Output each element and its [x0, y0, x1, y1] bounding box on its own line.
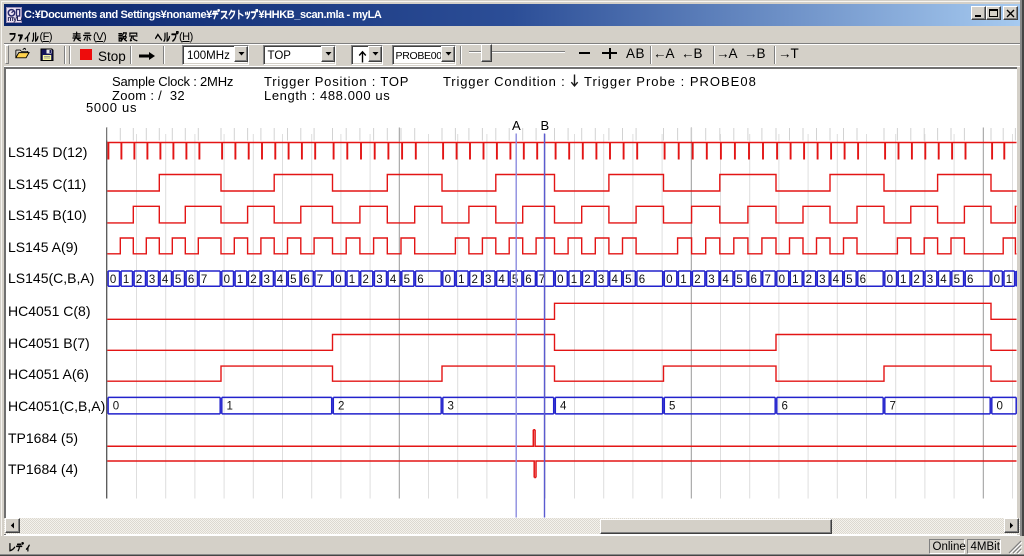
svg-text:1: 1 — [1006, 274, 1012, 286]
svg-text:6: 6 — [860, 274, 866, 286]
svg-text:1: 1 — [227, 401, 233, 413]
svg-text:0: 0 — [557, 274, 563, 286]
svg-text:4: 4 — [560, 401, 567, 413]
svg-text:3: 3 — [598, 274, 604, 286]
svg-text:2: 2 — [136, 274, 142, 286]
svg-text:2: 2 — [363, 274, 369, 286]
svg-text:3: 3 — [708, 274, 714, 286]
svg-text:6: 6 — [303, 274, 309, 286]
svg-text:0: 0 — [335, 274, 341, 286]
svg-text:1: 1 — [792, 274, 798, 286]
svg-text:5: 5 — [175, 274, 181, 286]
svg-text:5: 5 — [512, 274, 518, 286]
svg-text:4: 4 — [940, 274, 947, 286]
svg-text:5: 5 — [625, 274, 631, 286]
svg-text:3: 3 — [819, 274, 825, 286]
svg-text:6: 6 — [639, 274, 645, 286]
svg-text:0: 0 — [666, 274, 672, 286]
svg-text:0: 0 — [445, 274, 451, 286]
svg-text:0: 0 — [224, 274, 230, 286]
svg-text:1: 1 — [123, 274, 129, 286]
svg-text:0: 0 — [110, 274, 116, 286]
svg-text:4: 4 — [498, 274, 505, 286]
svg-text:7: 7 — [890, 401, 896, 413]
svg-text:4: 4 — [722, 274, 729, 286]
svg-text:0: 0 — [779, 274, 785, 286]
svg-text:5: 5 — [669, 401, 675, 413]
svg-text:6: 6 — [188, 274, 194, 286]
svg-text:6: 6 — [417, 274, 423, 286]
svg-text:4: 4 — [612, 274, 619, 286]
svg-text:0: 0 — [994, 274, 1000, 286]
svg-text:6: 6 — [967, 274, 973, 286]
svg-text:2: 2 — [694, 274, 700, 286]
svg-text:2: 2 — [472, 274, 478, 286]
svg-text:1: 1 — [900, 274, 906, 286]
svg-text:6: 6 — [525, 274, 531, 286]
svg-text:7: 7 — [765, 274, 771, 286]
svg-text:2: 2 — [250, 274, 256, 286]
svg-text:3: 3 — [149, 274, 155, 286]
svg-text:5: 5 — [736, 274, 742, 286]
svg-text:0: 0 — [997, 401, 1003, 413]
svg-text:4: 4 — [833, 274, 840, 286]
svg-text:2: 2 — [806, 274, 812, 286]
svg-text:3: 3 — [264, 274, 270, 286]
svg-text:3: 3 — [376, 274, 382, 286]
svg-text:3: 3 — [448, 401, 454, 413]
svg-text:7: 7 — [317, 274, 323, 286]
svg-text:7: 7 — [201, 274, 207, 286]
svg-text:4: 4 — [162, 274, 169, 286]
svg-text:5: 5 — [846, 274, 852, 286]
svg-text:2: 2 — [913, 274, 919, 286]
svg-text:2: 2 — [338, 401, 344, 413]
svg-text:6: 6 — [751, 274, 757, 286]
svg-text:2: 2 — [584, 274, 590, 286]
svg-text:0: 0 — [113, 401, 119, 413]
svg-text:6: 6 — [782, 401, 788, 413]
svg-text:1: 1 — [349, 274, 355, 286]
svg-text:1: 1 — [458, 274, 464, 286]
svg-text:5: 5 — [290, 274, 296, 286]
svg-text:5: 5 — [404, 274, 410, 286]
svg-text:3: 3 — [927, 274, 933, 286]
svg-text:0: 0 — [887, 274, 893, 286]
svg-text:1: 1 — [237, 274, 243, 286]
svg-text:1: 1 — [571, 274, 577, 286]
svg-text:1: 1 — [680, 274, 686, 286]
svg-text:5: 5 — [954, 274, 960, 286]
svg-text:3: 3 — [485, 274, 491, 286]
svg-text:4: 4 — [277, 274, 284, 286]
svg-text:4: 4 — [390, 274, 397, 286]
